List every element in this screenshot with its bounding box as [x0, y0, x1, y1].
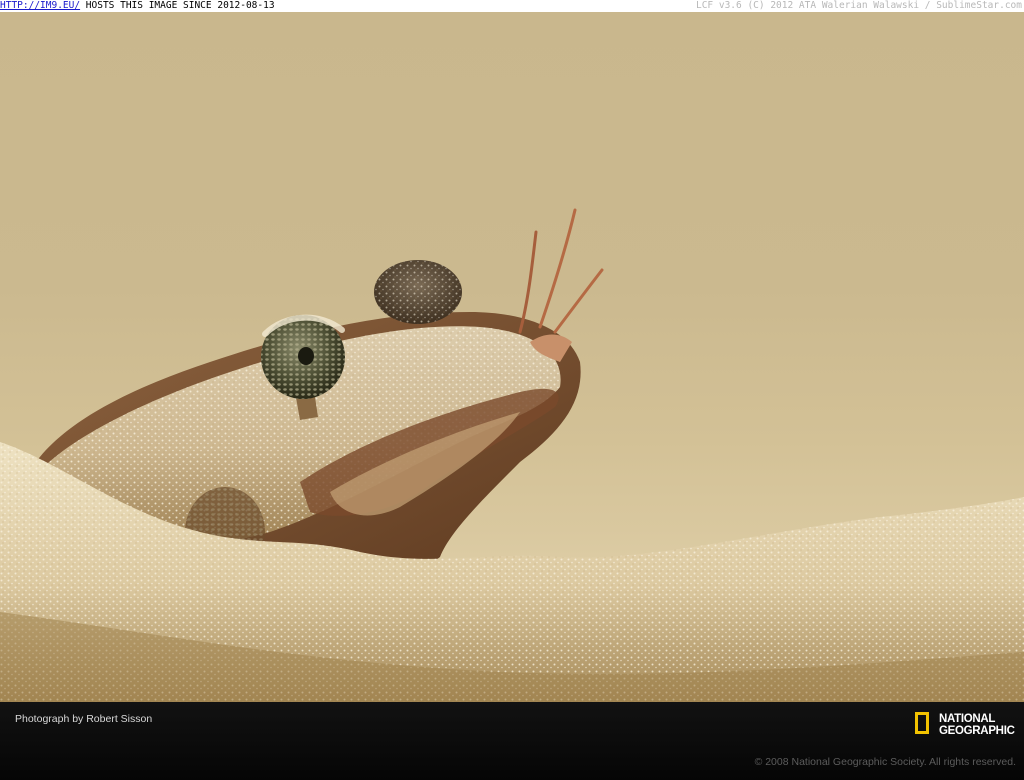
national-geographic-logo: NATIONAL GEOGRAPHIC	[915, 711, 1017, 743]
copyright-notice: © 2008 National Geographic Society. All …	[754, 756, 1016, 768]
logo-line-national: NATIONAL	[939, 713, 996, 725]
photograph	[0, 12, 1024, 702]
host-since-text: HOSTS THIS IMAGE SINCE 2012-08-13	[80, 0, 275, 11]
host-link[interactable]: HTTP://IM9.EU/	[0, 0, 80, 11]
logo-wordmark: NATIONAL GEOGRAPHIC	[939, 713, 1015, 737]
yellow-frame-icon	[915, 712, 929, 734]
sand-creature-illustration	[0, 208, 1024, 702]
logo-line-geographic: GEOGRAPHIC	[939, 725, 1015, 737]
photo-credit: Photograph by Robert Sisson	[15, 713, 153, 725]
top-banner: HTTP://IM9.EU/ HOSTS THIS IMAGE SINCE 20…	[0, 0, 1024, 12]
host-notice: HTTP://IM9.EU/ HOSTS THIS IMAGE SINCE 20…	[0, 0, 275, 12]
lcf-copyright-text: LCF v3.6 (C) 2012 ATA Walerian Walawski …	[695, 0, 1022, 11]
footer-bar: Photograph by Robert Sisson NATIONAL GEO…	[0, 702, 1024, 780]
